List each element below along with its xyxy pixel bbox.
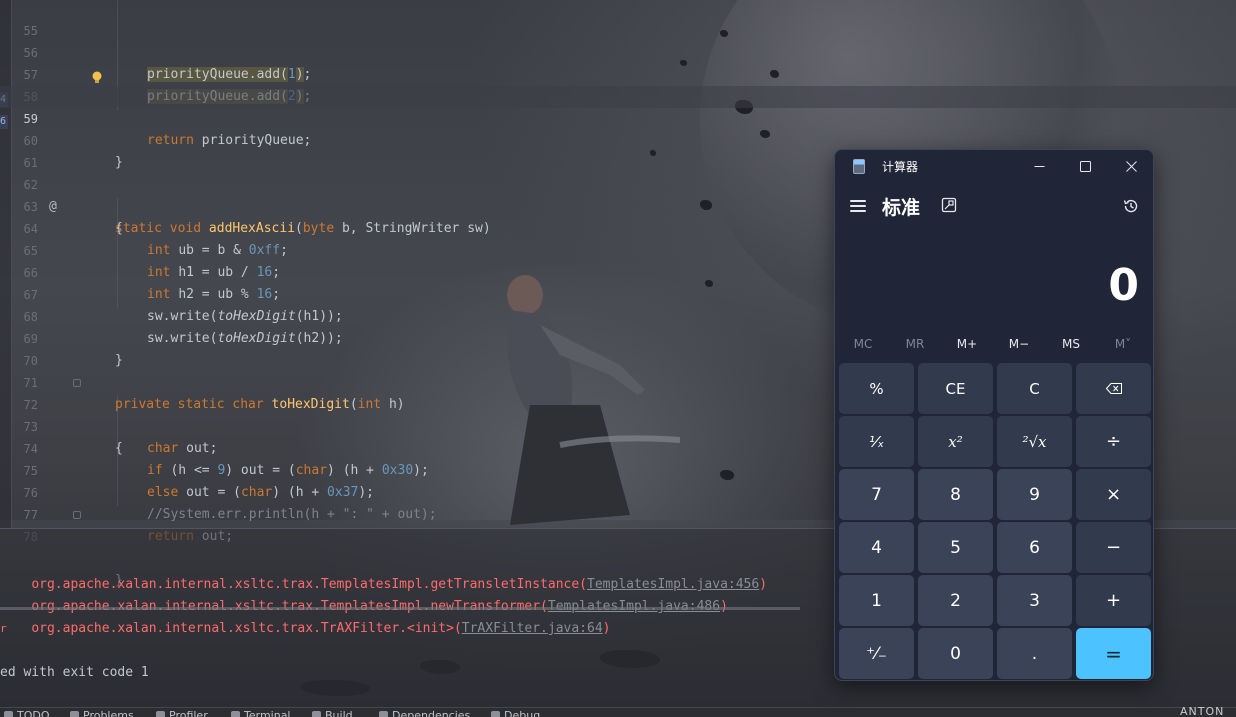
code-line[interactable]: 60 } — [0, 108, 1236, 170]
reciprocal-button[interactable]: ¹⁄ₓ — [839, 416, 914, 467]
fold-icon[interactable] — [73, 511, 81, 519]
result-display: 0 — [1108, 260, 1139, 311]
calculator-titlebar[interactable]: 计算器 — [835, 150, 1153, 182]
digit-5-button[interactable]: 5 — [918, 522, 993, 573]
code-line-current[interactable]: 59 — [0, 86, 1236, 126]
digit-2-button[interactable]: 2 — [918, 575, 993, 626]
tool-tab-debug[interactable]: Debug — [491, 709, 540, 717]
close-button[interactable] — [1108, 150, 1153, 182]
keep-on-top-icon[interactable] — [941, 197, 957, 213]
clear-button[interactable]: C — [997, 363, 1072, 414]
minimize-button[interactable] — [1016, 150, 1062, 182]
square-root-button[interactable]: ²√x — [997, 416, 1072, 467]
console-horizontal-scrollbar[interactable] — [0, 607, 800, 610]
equals-button[interactable]: = — [1076, 628, 1151, 679]
terminal-icon — [231, 711, 240, 717]
clear-entry-button[interactable]: CE — [918, 363, 993, 414]
tool-tab-profiler[interactable]: Profiler — [156, 709, 208, 717]
build-icon — [312, 711, 321, 717]
dependencies-icon — [379, 711, 388, 717]
tool-tab-build[interactable]: Build — [312, 709, 353, 717]
add-button[interactable]: + — [1076, 575, 1151, 626]
memory-store-button[interactable]: MS — [1045, 334, 1097, 354]
fold-icon[interactable] — [73, 379, 81, 387]
problems-icon — [70, 711, 79, 717]
multiply-button[interactable]: × — [1076, 469, 1151, 520]
code-line[interactable]: 57 priorityQueue.add(2); — [0, 42, 1236, 104]
memory-row: MC MR M+ M− MS M˅ — [835, 334, 1153, 354]
memory-list-button[interactable]: M˅ — [1097, 334, 1149, 354]
maximize-icon — [1079, 160, 1091, 172]
digit-1-button[interactable]: 1 — [839, 575, 914, 626]
lightbulb-icon[interactable] — [91, 71, 103, 85]
tool-tab-dependencies[interactable]: Dependencies — [379, 709, 470, 717]
watermark-logo: ANTON — [1180, 705, 1225, 717]
negate-button[interactable]: ⁺⁄₋ — [839, 628, 914, 679]
percent-button[interactable]: % — [839, 363, 914, 414]
digit-6-button[interactable]: 6 — [997, 522, 1072, 573]
close-icon — [1125, 160, 1137, 172]
mode-title: 标准 — [882, 197, 921, 219]
backspace-button[interactable] — [1076, 363, 1151, 414]
stack-trace-fragment: r — [0, 622, 7, 635]
menu-icon[interactable] — [850, 200, 866, 212]
code-line[interactable]: 55 — [0, 0, 1236, 38]
todo-icon — [4, 711, 13, 717]
memory-recall-button[interactable]: MR — [889, 334, 941, 354]
stack-trace-line: org.apache.xalan.internal.xsltc.trax.Tem… — [31, 577, 768, 592]
maximize-button[interactable] — [1062, 150, 1108, 182]
digit-9-button[interactable]: 9 — [997, 469, 1072, 520]
keypad: % CE C ¹⁄ₓ x² ²√x ÷ 7 8 9 × 4 5 6 − 1 2 … — [839, 363, 1151, 679]
exit-message: ed with exit code 1 — [0, 665, 149, 680]
debug-icon — [491, 711, 500, 717]
code-line[interactable]: 58 return priorityQueue; — [0, 64, 1236, 148]
source-link[interactable]: TrAXFilter.java:64 — [462, 621, 603, 636]
tool-window-bar: TODO Problems Profiler Terminal Build De… — [0, 707, 1236, 717]
digit-0-button[interactable]: 0 — [918, 628, 993, 679]
decimal-button[interactable]: . — [997, 628, 1072, 679]
memory-subtract-button[interactable]: M− — [993, 334, 1045, 354]
subtract-button[interactable]: − — [1076, 522, 1151, 573]
tool-tab-problems[interactable]: Problems — [70, 709, 134, 717]
digit-3-button[interactable]: 3 — [997, 575, 1072, 626]
window-title: 计算器 — [882, 160, 919, 174]
profiler-icon — [156, 711, 165, 717]
code-line[interactable]: 56 priorityQueue.add(1); — [0, 20, 1236, 82]
square-button[interactable]: x² — [918, 416, 993, 467]
divide-button[interactable]: ÷ — [1076, 416, 1151, 467]
memory-clear-button[interactable]: MC — [837, 334, 889, 354]
digit-7-button[interactable]: 7 — [839, 469, 914, 520]
calculator-app-icon — [853, 159, 865, 174]
memory-add-button[interactable]: M+ — [941, 334, 993, 354]
calculator-window[interactable]: 计算器 标准 0 MC MR M+ M− MS M˅ % CE C ¹⁄ₓ x²… — [834, 149, 1154, 681]
backspace-icon — [1105, 383, 1122, 394]
tool-tab-terminal[interactable]: Terminal — [231, 709, 291, 717]
digit-8-button[interactable]: 8 — [918, 469, 993, 520]
history-icon[interactable] — [1122, 197, 1140, 215]
digit-4-button[interactable]: 4 — [839, 522, 914, 573]
minimize-icon — [1034, 165, 1044, 167]
tool-tab-todo[interactable]: TODO — [4, 709, 50, 717]
stack-trace-line: org.apache.xalan.internal.xsltc.trax.Tem… — [0, 574, 728, 614]
calculator-header: 标准 — [835, 188, 1153, 224]
